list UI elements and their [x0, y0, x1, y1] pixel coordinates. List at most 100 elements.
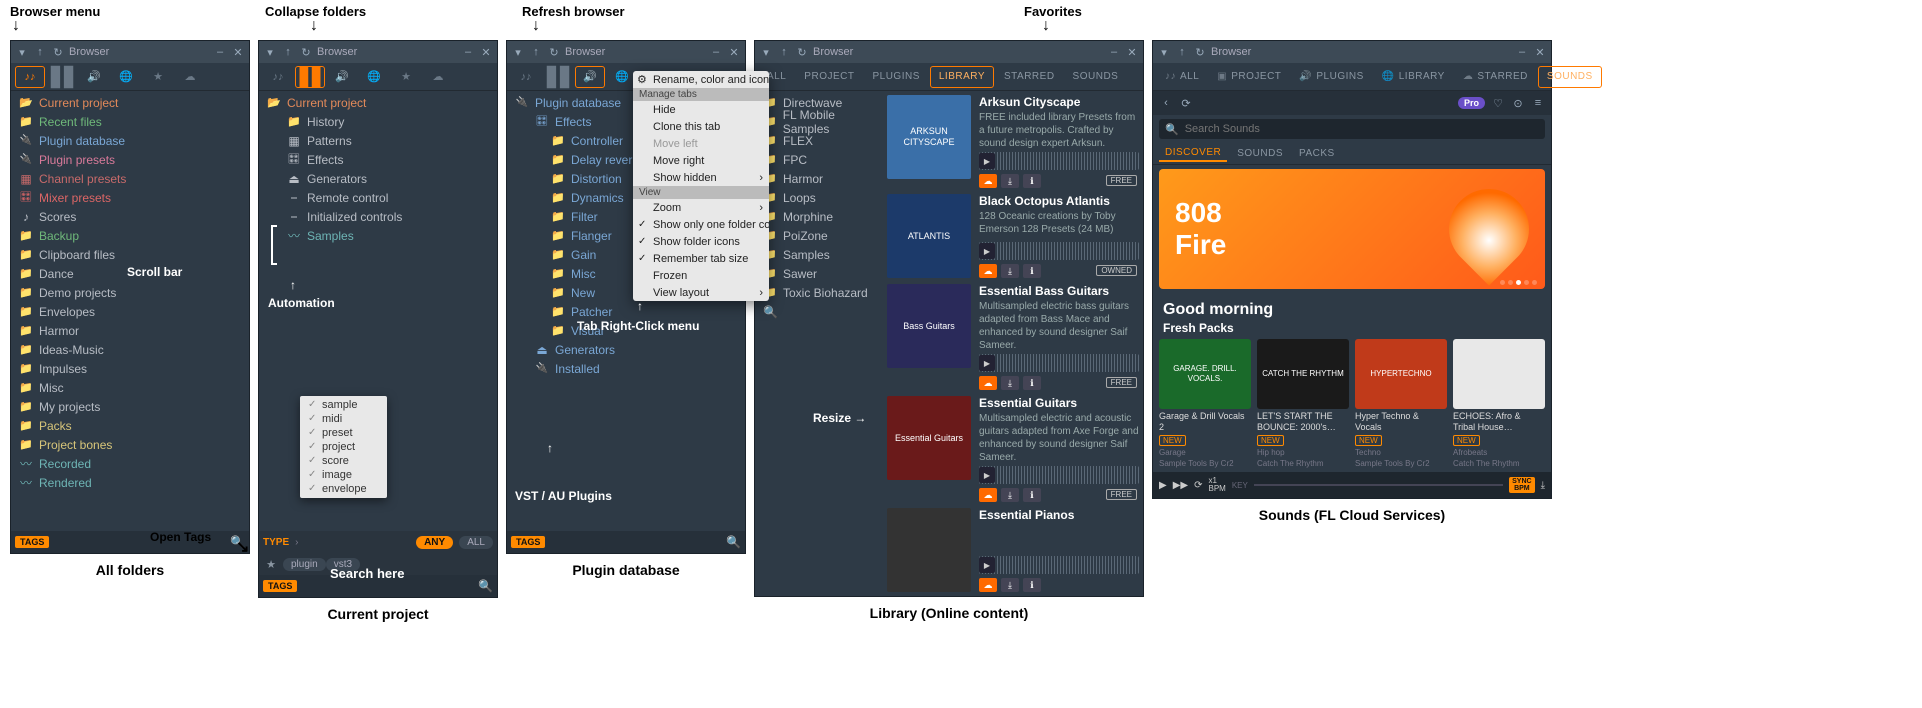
menu-zoom[interactable]: Zoom — [633, 199, 769, 216]
sidebar-item[interactable]: Loops — [755, 188, 883, 207]
download-icon[interactable]: ⤓ — [1001, 488, 1019, 502]
info-icon[interactable]: ℹ — [1023, 578, 1041, 592]
menu-move-right[interactable]: Move right — [633, 152, 769, 169]
tree-item[interactable]: Backup — [11, 226, 249, 245]
tree-item[interactable]: Dance — [11, 264, 249, 283]
tree-item[interactable]: Channel presets — [11, 169, 249, 188]
close-icon[interactable]: ✕ — [231, 45, 245, 59]
play-icon[interactable]: ▶ — [979, 467, 995, 483]
nav-up-icon[interactable]: ↑ — [33, 45, 47, 59]
tree-item[interactable]: Current project — [11, 93, 249, 112]
play-icon[interactable]: ▶ — [979, 243, 995, 259]
tab-sounds[interactable]: SOUNDS — [1538, 66, 1602, 88]
titlebar[interactable]: ▾ ↑ ↻ Browser – ✕ — [507, 41, 745, 63]
menu-dropdown-icon[interactable]: ▾ — [1157, 45, 1171, 59]
tag-pill[interactable]: vst3 — [326, 558, 360, 571]
tab-project[interactable]: ▣PROJECT — [1209, 66, 1289, 88]
tab-all-icon[interactable]: ♪♪ — [263, 66, 293, 88]
download-icon[interactable]: ⤓ — [1001, 376, 1019, 390]
info-icon[interactable]: ℹ — [1023, 488, 1041, 502]
nav-up-icon[interactable]: ↑ — [281, 45, 295, 59]
tree-item[interactable]: Plugin presets — [11, 150, 249, 169]
library-card[interactable]: Essential Guitars Essential Guitars Mult… — [887, 396, 1139, 502]
tag-option[interactable]: sample — [304, 398, 383, 412]
tree-item[interactable]: Patterns — [259, 131, 497, 150]
download-icon[interactable]: ⤓ — [1001, 264, 1019, 278]
tag-option[interactable]: envelope — [304, 482, 383, 496]
tab-plugins[interactable]: PLUGINS — [864, 66, 927, 88]
tag-option[interactable]: midi — [304, 412, 383, 426]
minimize-icon[interactable]: – — [213, 45, 227, 59]
tree-item[interactable]: Remote control — [259, 188, 497, 207]
banner-pagination[interactable] — [1500, 280, 1537, 285]
tree-item[interactable]: Project bones — [11, 435, 249, 454]
play-icon[interactable]: ▶ — [979, 153, 995, 169]
menu-icon[interactable]: ≡ — [1531, 96, 1545, 110]
tab-library[interactable]: LIBRARY — [930, 66, 994, 88]
tags-label[interactable]: TAGS — [263, 580, 297, 592]
download-icon[interactable]: ⤓ — [1001, 578, 1019, 592]
filter-any[interactable]: ANY — [416, 536, 453, 549]
tab-project[interactable]: PROJECT — [796, 66, 862, 88]
menu-dropdown-icon[interactable]: ▾ — [263, 45, 277, 59]
card-waveform[interactable]: ▶ — [979, 152, 1139, 170]
close-icon[interactable]: ✕ — [1533, 45, 1547, 59]
tree-item[interactable]: Demo projects — [11, 283, 249, 302]
skip-icon[interactable]: ▶▶ — [1173, 480, 1188, 491]
seek-slider[interactable] — [1254, 484, 1503, 486]
tab-globe-icon[interactable]: 🌐 — [359, 66, 389, 88]
filter-all[interactable]: ALL — [459, 536, 493, 549]
sidebar-search[interactable]: 🔍 — [755, 302, 883, 321]
menu-dropdown-icon[interactable]: ▾ — [15, 45, 29, 59]
menu-clone[interactable]: Clone this tab — [633, 118, 769, 135]
search-input[interactable] — [1185, 123, 1539, 135]
subtab-sounds[interactable]: SOUNDS — [1231, 146, 1289, 161]
tab-globe-icon[interactable]: 🌐 — [111, 66, 141, 88]
tree-item-installed[interactable]: Installed — [507, 359, 745, 378]
tree-item[interactable]: Generators — [259, 169, 497, 188]
tree-item[interactable]: Ideas-Music — [11, 340, 249, 359]
sidebar-item[interactable]: FPC — [755, 150, 883, 169]
tree-item[interactable]: Effects — [259, 150, 497, 169]
library-card[interactable]: Bass Guitars Essential Bass Guitars Mult… — [887, 284, 1139, 390]
info-icon[interactable]: ℹ — [1023, 376, 1041, 390]
nav-up-icon[interactable]: ↑ — [1175, 45, 1189, 59]
nav-up-icon[interactable]: ↑ — [529, 45, 543, 59]
play-icon[interactable]: ▶ — [979, 355, 995, 371]
tree-item[interactable]: Samples — [259, 226, 497, 245]
titlebar[interactable]: ▾ ↑ ↻ Browser – ✕ — [11, 41, 249, 63]
tab-context-menu[interactable]: ⚙Rename, color and icon... Manage tabs H… — [633, 71, 769, 301]
sidebar-item[interactable]: Samples — [755, 245, 883, 264]
pack-card[interactable]: ECHOES: Afro & Tribal House… NEW Afrobea… — [1453, 339, 1545, 468]
minimize-icon[interactable]: – — [461, 45, 475, 59]
heart-icon[interactable]: ♡ — [1491, 96, 1505, 110]
search-icon[interactable]: 🔍 — [726, 535, 741, 549]
tree-item[interactable]: My projects — [11, 397, 249, 416]
nav-up-icon[interactable]: ↑ — [777, 45, 791, 59]
tab-star-icon[interactable]: ★ — [143, 66, 173, 88]
refresh-icon[interactable]: ↻ — [299, 45, 313, 59]
tree-item[interactable]: Recent files — [11, 112, 249, 131]
subtab-packs[interactable]: PACKS — [1293, 146, 1341, 161]
close-icon[interactable]: ✕ — [1125, 45, 1139, 59]
card-waveform[interactable]: ▶ — [979, 556, 1139, 574]
menu-rename[interactable]: ⚙Rename, color and icon... — [633, 71, 769, 88]
menu-show-hidden[interactable]: Show hidden — [633, 169, 769, 186]
tab-cloud-icon[interactable]: ☁ — [175, 66, 205, 88]
sidebar-item[interactable]: FL Mobile Samples — [755, 112, 883, 131]
minimize-icon[interactable]: – — [709, 45, 723, 59]
nav-back-icon[interactable]: ‹ — [1159, 96, 1173, 110]
tag-option[interactable]: score — [304, 454, 383, 468]
tab-collapse-icon[interactable] — [47, 66, 77, 88]
type-label[interactable]: TYPE — [263, 537, 289, 548]
library-card[interactable]: Essential Pianos ▶ ☁ ⤓ ℹ — [887, 508, 1139, 592]
menu-foldericons[interactable]: Show folder icons — [633, 233, 769, 250]
titlebar[interactable]: ▾ ↑ ↻ Browser – ✕ — [259, 41, 497, 63]
close-icon[interactable]: ✕ — [479, 45, 493, 59]
tag-option[interactable]: image — [304, 468, 383, 482]
tab-all-icon[interactable]: ♪♪ — [15, 66, 45, 88]
reload-icon[interactable]: ⟳ — [1179, 96, 1193, 110]
search-icon[interactable]: 🔍 — [478, 579, 493, 593]
close-icon[interactable]: ✕ — [727, 45, 741, 59]
tab-audio-icon[interactable]: 🔊 — [327, 66, 357, 88]
